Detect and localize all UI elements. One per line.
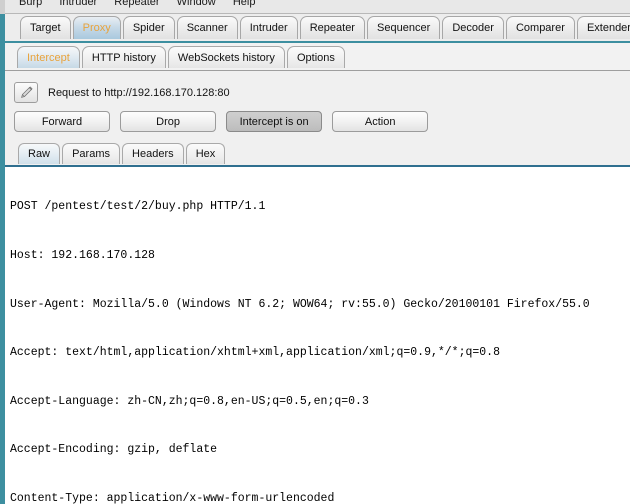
msgtab-headers[interactable]: Headers — [122, 143, 184, 164]
action-button[interactable]: Action — [332, 111, 429, 132]
subtab-http-history[interactable]: HTTP history — [81, 46, 166, 68]
left-edge-accent-rail — [0, 0, 5, 504]
message-view-tab-list: Raw Params Headers Hex — [18, 143, 226, 164]
subtab-options[interactable]: Options — [287, 46, 345, 68]
intercept-toggle-button[interactable]: Intercept is on — [226, 111, 323, 132]
menu-item-repeater[interactable]: Repeater — [107, 0, 166, 9]
menu-item-burp[interactable]: Burp — [12, 0, 49, 9]
menu-item-help[interactable]: Help — [226, 0, 263, 9]
left-rail-menubar-segment — [0, 0, 5, 14]
header-accept-language: Accept-Language: zh-CN,zh;q=0.8,en-US;q=… — [10, 394, 369, 408]
drop-button[interactable]: Drop — [120, 111, 217, 132]
main-tab-list: Target Proxy Spider Scanner Intruder Rep… — [20, 16, 630, 39]
tab-repeater[interactable]: Repeater — [299, 16, 365, 39]
menu-item-window[interactable]: Window — [170, 0, 223, 9]
intercept-button-row: Forward Drop Intercept is on Action — [14, 111, 435, 132]
main-tab-bar: Target Proxy Spider Scanner Intruder Rep… — [5, 14, 630, 42]
pencil-icon-glyph — [21, 86, 33, 98]
request-line: POST /pentest/test/2/buy.php HTTP/1.1 — [10, 200, 266, 214]
header-accept: Accept: text/html,application/xhtml+xml,… — [10, 346, 500, 360]
tab-scanner[interactable]: Scanner — [176, 16, 238, 39]
subtab-intercept[interactable]: Intercept — [17, 46, 80, 68]
header-accept-encoding: Accept-Encoding: gzip, deflate — [10, 443, 218, 457]
proxy-sub-tab-bar: Intercept HTTP history WebSockets histor… — [5, 43, 630, 71]
pencil-icon[interactable] — [14, 82, 38, 103]
tab-sequencer[interactable]: Sequencer — [367, 16, 441, 39]
raw-request-editor[interactable]: POST /pentest/test/2/buy.php HTTP/1.1 Ho… — [5, 167, 630, 504]
msgtab-raw[interactable]: Raw — [18, 143, 61, 164]
header-content-type: Content-Type: application/x-www-form-url… — [10, 491, 335, 504]
intercept-toolbar-panel: Request to http://192.168.170.128:80 For… — [5, 71, 630, 139]
msgtab-params[interactable]: Params — [62, 143, 120, 164]
subtab-websockets-history[interactable]: WebSockets history — [167, 46, 285, 68]
tab-spider[interactable]: Spider — [122, 16, 175, 39]
message-view-tab-bar: Raw Params Headers Hex — [5, 139, 630, 166]
menu-bar: Burp Intruder Repeater Window Help — [0, 0, 630, 14]
forward-button[interactable]: Forward — [14, 111, 110, 132]
header-host: Host: 192.168.170.128 — [10, 249, 155, 262]
tab-intruder[interactable]: Intruder — [239, 16, 298, 39]
tab-proxy[interactable]: Proxy — [72, 16, 121, 39]
header-user-agent: User-Agent: Mozilla/5.0 (Windows NT 6.2;… — [10, 297, 590, 311]
tab-target[interactable]: Target — [20, 16, 71, 39]
menu-bar-items: Burp Intruder Repeater Window Help — [12, 0, 262, 9]
request-info-row: Request to http://192.168.170.128:80 — [14, 82, 230, 103]
request-target-label: Request to http://192.168.170.128:80 — [48, 86, 230, 99]
menu-item-intruder[interactable]: Intruder — [52, 0, 104, 9]
tab-extender[interactable]: Extender — [576, 16, 630, 39]
proxy-sub-tab-list: Intercept HTTP history WebSockets histor… — [17, 46, 345, 68]
tab-decoder[interactable]: Decoder — [442, 16, 504, 39]
tab-comparer[interactable]: Comparer — [505, 16, 575, 39]
msgtab-hex[interactable]: Hex — [185, 143, 226, 164]
